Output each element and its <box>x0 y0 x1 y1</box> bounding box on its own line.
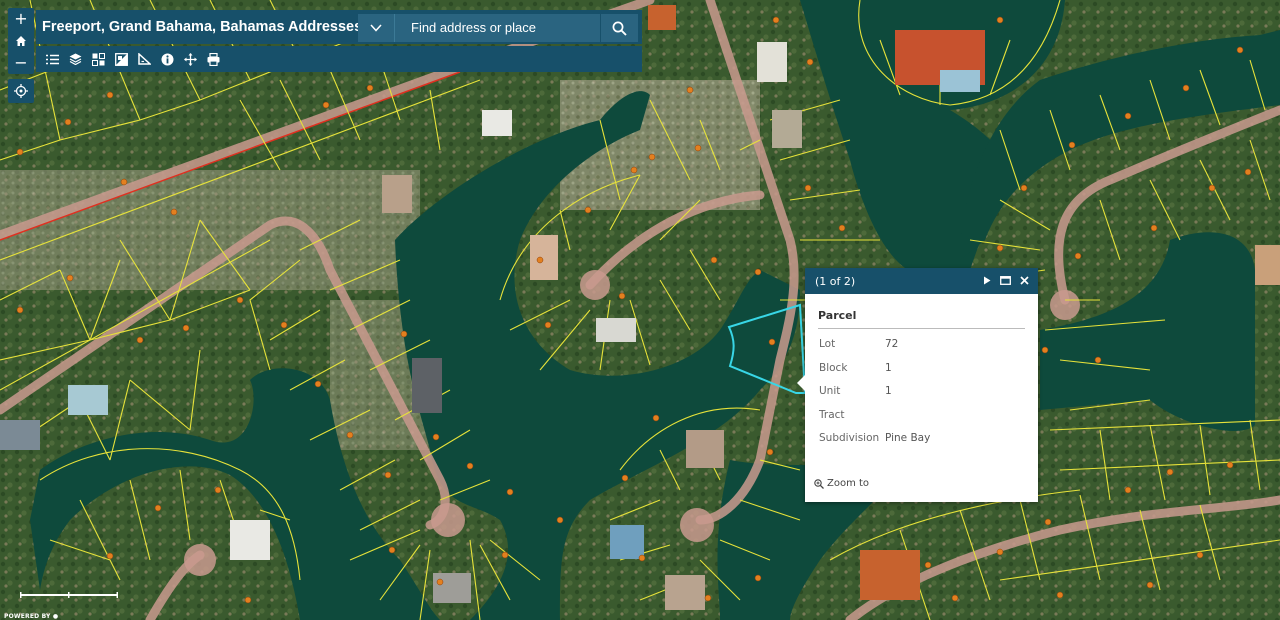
play-next-icon <box>983 276 990 285</box>
attribute-value: Pine Bay <box>885 432 931 444</box>
esri-logo-icon: ● <box>52 613 59 620</box>
search-icon <box>612 21 627 36</box>
close-icon <box>1020 276 1029 285</box>
zoom-to-icon <box>814 478 824 489</box>
widget-toolbar <box>36 46 642 72</box>
popup-close-button[interactable] <box>1017 273 1032 288</box>
scale-bar <box>20 592 118 598</box>
list-icon <box>46 54 59 64</box>
swipe-button[interactable] <box>110 48 133 70</box>
search-button[interactable] <box>601 14 638 42</box>
zoom-to-label: Zoom to <box>827 478 870 489</box>
locate-button[interactable] <box>8 79 34 103</box>
popup-divider <box>818 328 1025 329</box>
zoom-in-button[interactable]: + <box>8 8 34 30</box>
popup-maximize-button[interactable] <box>998 273 1013 288</box>
zoom-control: + − <box>8 8 34 74</box>
print-button[interactable] <box>202 48 225 70</box>
home-button[interactable] <box>8 30 34 52</box>
layers-button[interactable] <box>64 48 87 70</box>
attribute-row: Subdivision Pine Bay <box>819 432 930 456</box>
attribute-value: 1 <box>885 361 892 374</box>
sandy-area <box>0 170 420 290</box>
search-input[interactable] <box>395 14 600 42</box>
attribute-key: Lot <box>819 338 836 350</box>
basemap-icon <box>92 52 105 66</box>
about-button[interactable] <box>156 48 179 70</box>
attribute-key: Subdivision <box>819 432 880 444</box>
basemap-gallery-button[interactable] <box>87 48 110 70</box>
maximize-icon <box>1000 276 1011 285</box>
map-view[interactable] <box>0 0 1280 620</box>
attribute-value: 72 <box>885 338 899 350</box>
attribute-table: Lot 72 Block 1 Unit 1 Tract Subdivision … <box>819 338 930 456</box>
app-title: Freeport, Grand Bahama, Bahamas Addresse… <box>42 19 363 35</box>
zoom-to-link[interactable]: Zoom to <box>814 478 869 489</box>
attribute-row: Tract <box>819 409 930 433</box>
print-icon <box>207 52 220 66</box>
legend-button[interactable] <box>41 48 64 70</box>
measure-icon <box>138 53 151 65</box>
attribute-value: 1 <box>885 385 892 397</box>
powered-by-label: POWERED BY ● <box>4 613 59 620</box>
layers-icon <box>69 53 82 65</box>
pan-icon <box>184 52 197 66</box>
popup-next-button[interactable] <box>979 273 994 288</box>
attribute-row: Lot 72 <box>819 338 930 362</box>
pan-button[interactable] <box>179 48 202 70</box>
search-source-dropdown[interactable] <box>358 14 395 42</box>
swipe-icon <box>115 52 128 66</box>
attribute-row: Unit 1 <box>819 385 930 409</box>
chevron-down-icon <box>370 24 382 32</box>
zoom-out-button[interactable]: − <box>8 52 34 74</box>
app-header: Freeport, Grand Bahama, Bahamas Addresse… <box>36 10 642 44</box>
feature-popup: (1 of 2) Parcel Lot 72 Block 1 Unit 1 Tr… <box>797 268 1038 502</box>
popup-pointer <box>797 375 805 391</box>
measure-button[interactable] <box>133 48 156 70</box>
attribute-key: Block <box>819 361 848 374</box>
popup-header: (1 of 2) <box>805 268 1038 294</box>
locate-icon <box>14 84 28 98</box>
home-icon <box>16 36 26 46</box>
attribute-row: Block 1 <box>819 362 930 386</box>
attribute-key: Tract <box>819 408 845 421</box>
attribute-key: Unit <box>819 385 841 397</box>
info-icon <box>161 53 174 65</box>
popup-title: Parcel <box>818 309 857 322</box>
popup-feature-count: (1 of 2) <box>815 275 856 288</box>
